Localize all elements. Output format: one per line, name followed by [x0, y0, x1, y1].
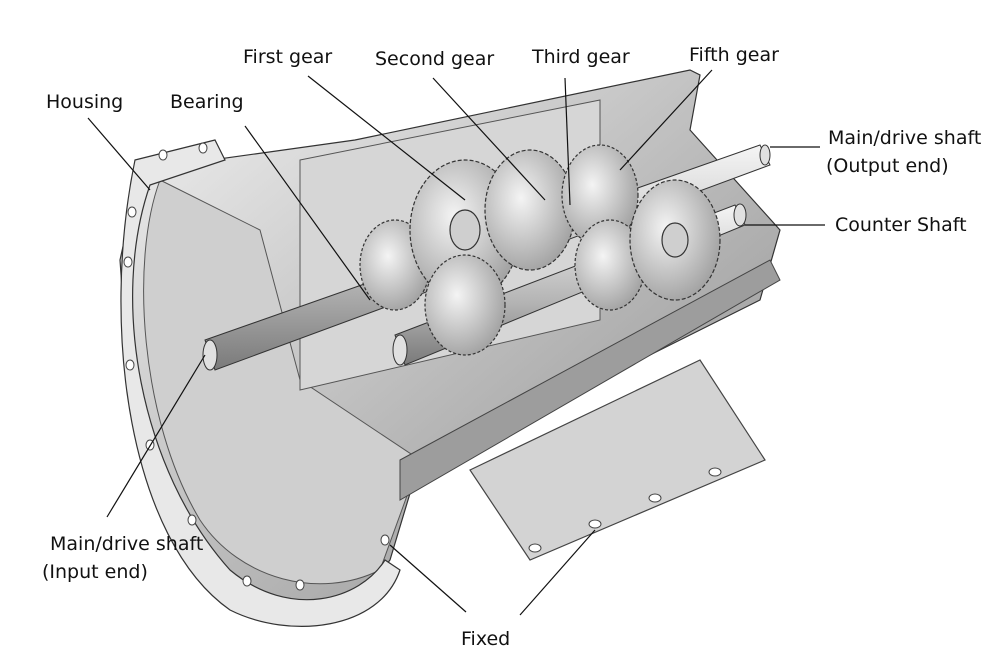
leader-housing: [87, 117, 151, 191]
label-second-gear: Second gear: [375, 48, 495, 70]
second-gear-shape: [484, 149, 576, 271]
label-bearing: Bearing: [170, 91, 244, 113]
label-counter-shaft: Counter Shaft: [835, 214, 967, 236]
label-output-shaft-line2: (Output end): [826, 155, 949, 177]
label-output-shaft-line1: Main/drive shaft: [828, 127, 982, 149]
label-third-gear: Third gear: [532, 46, 630, 68]
label-housing: Housing: [46, 91, 124, 113]
label-first-gear: First gear: [243, 46, 333, 68]
gearbox-illustration: [87, 69, 825, 627]
label-input-shaft-line1: Main/drive shaft: [50, 533, 204, 555]
label-fixed: Fixed: [461, 628, 511, 650]
label-fifth-gear: Fifth gear: [689, 44, 779, 66]
label-input-shaft-line2: (Input end): [42, 561, 148, 583]
leader-fixed-1: [389, 544, 467, 613]
counter-gear-1: [424, 254, 506, 356]
